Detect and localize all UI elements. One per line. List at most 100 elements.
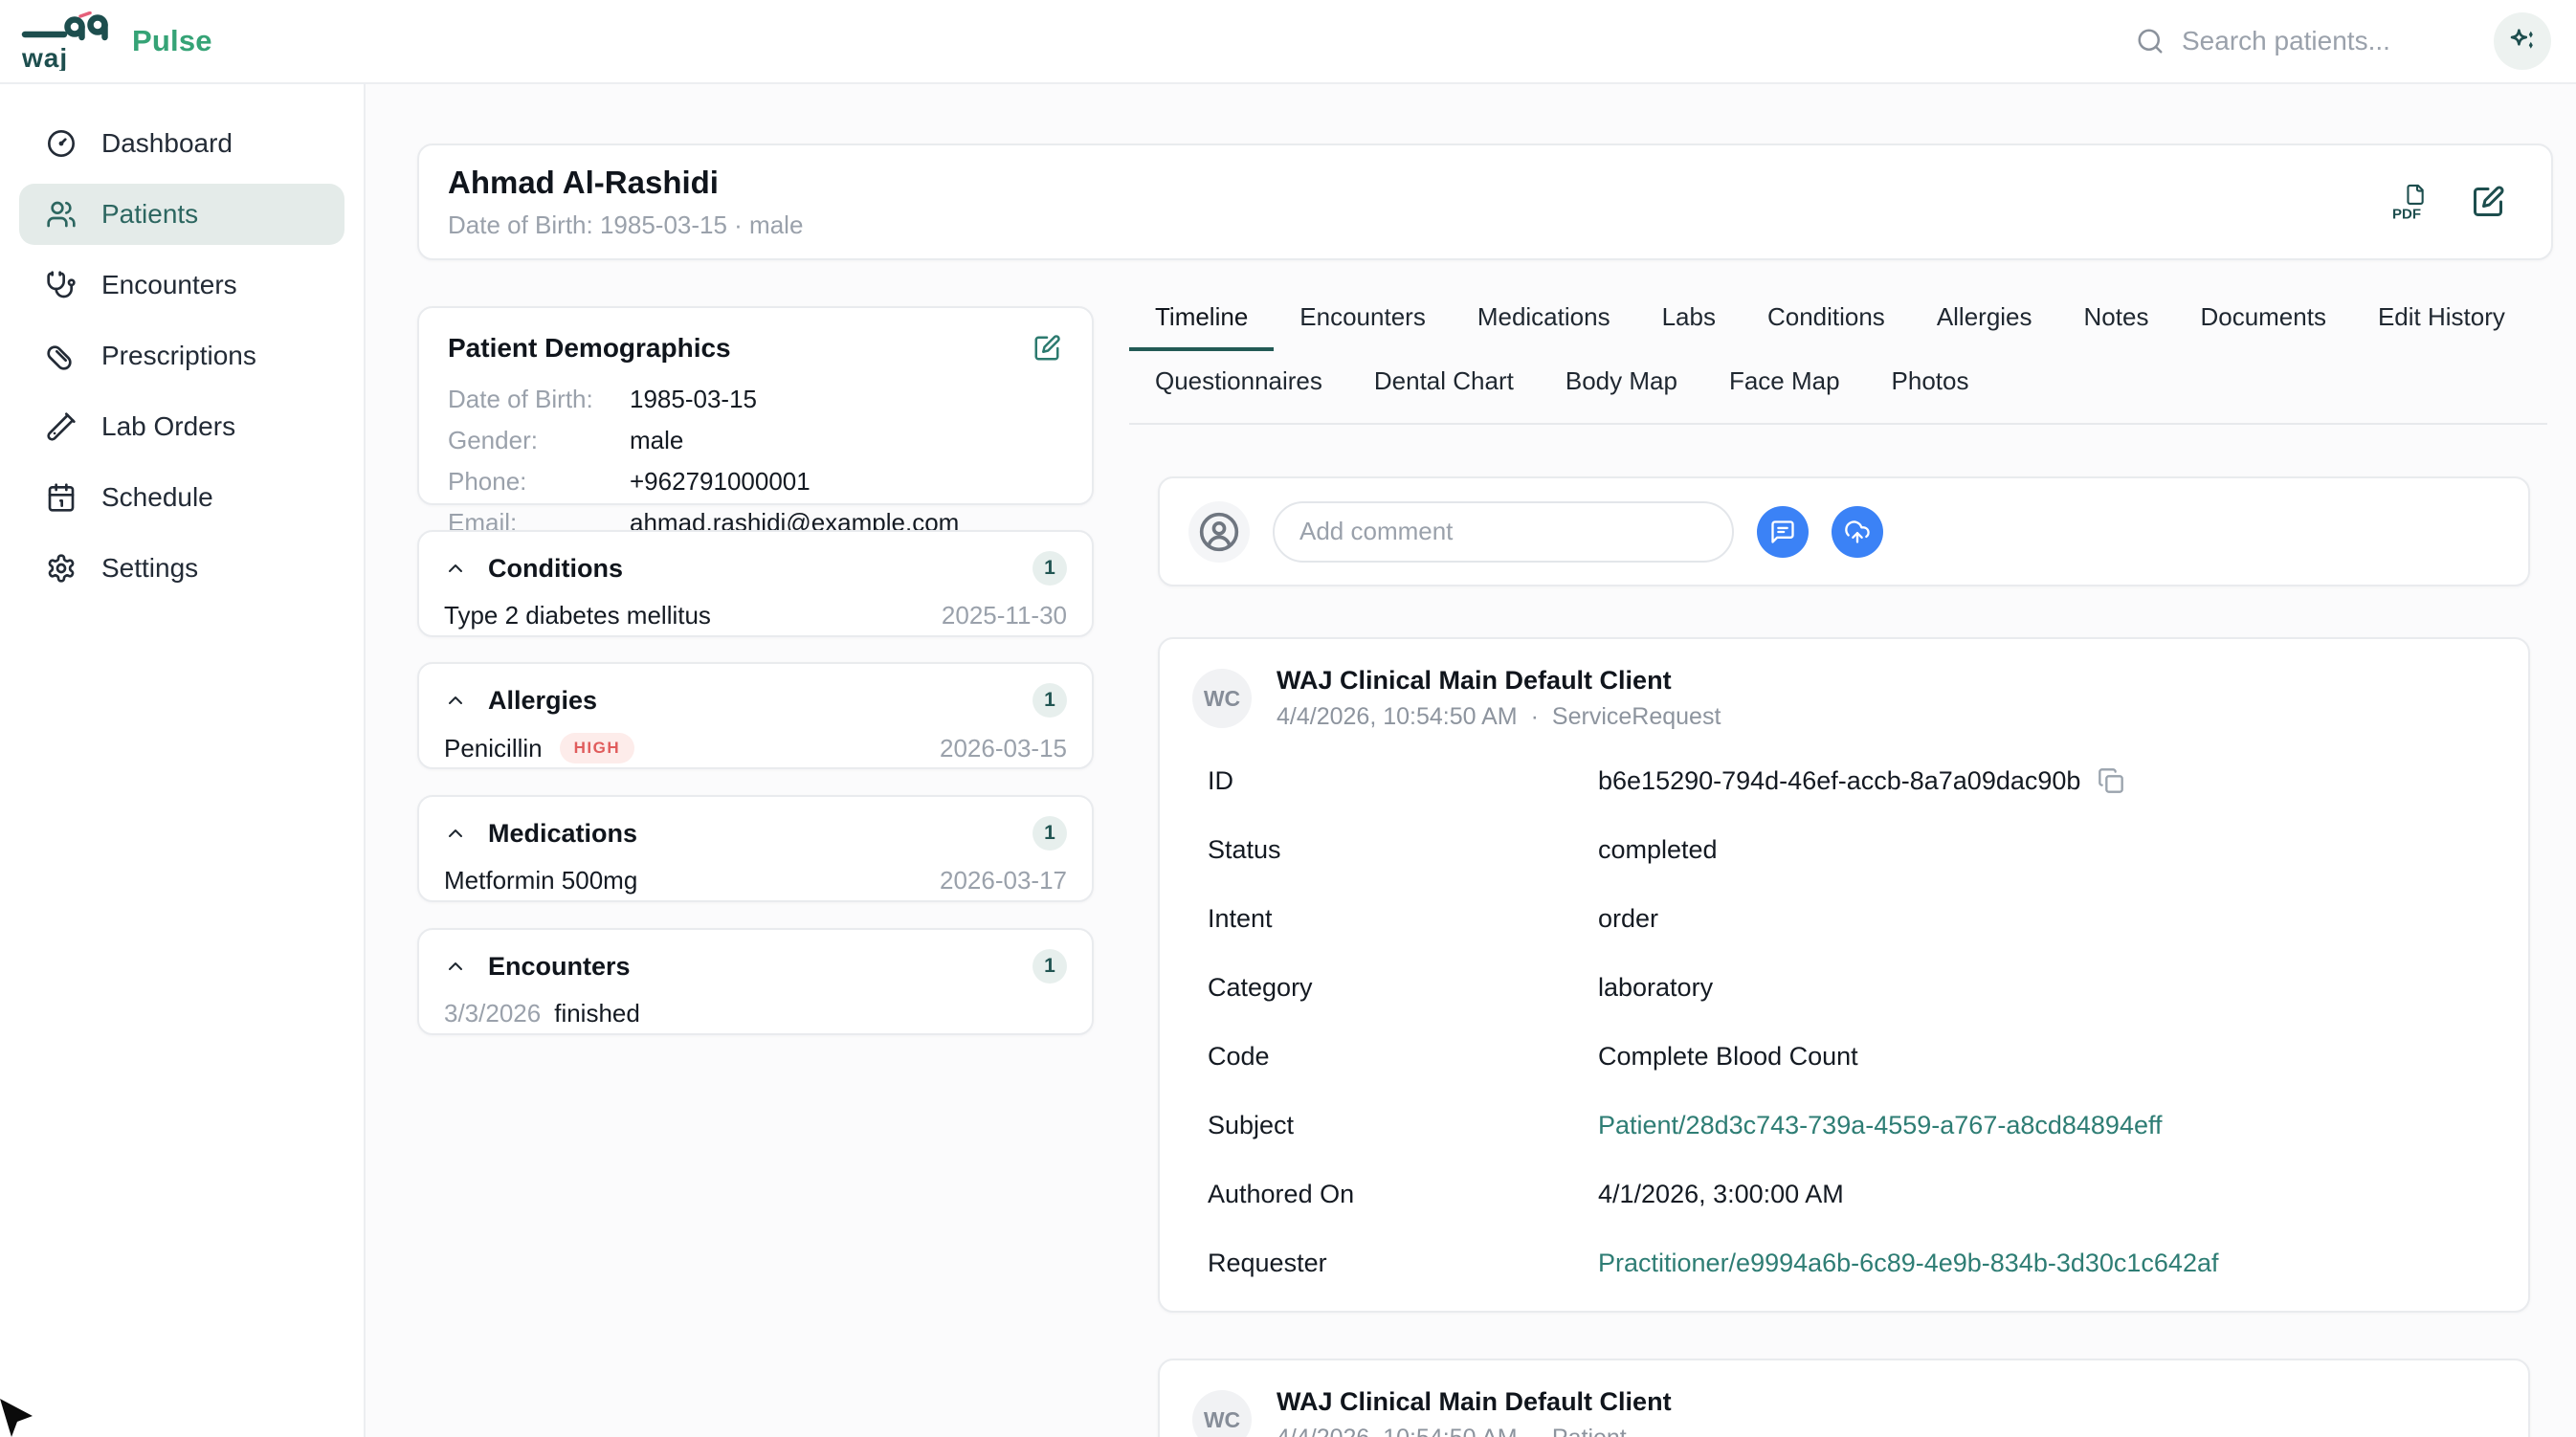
sidebar-item-patients[interactable]: Patients [19, 184, 344, 245]
tab-medications[interactable]: Medications [1452, 302, 1636, 351]
field-row-category: Category laboratory [1192, 953, 2496, 1022]
sidebar-item-label: Dashboard [101, 128, 233, 159]
field-value: Complete Blood Count [1598, 1042, 1858, 1072]
medications-title: Medications [488, 819, 637, 849]
test-tube-icon [46, 411, 77, 442]
sidebar-item-encounters[interactable]: Encounters [19, 254, 344, 316]
requester-reference-link[interactable]: Practitioner/e9994a6b-6c89-4e9b-834b-3d3… [1598, 1249, 2218, 1278]
product-name: Pulse [132, 24, 212, 58]
tab-timeline[interactable]: Timeline [1129, 302, 1274, 351]
field-value: 4/1/2026, 3:00:00 AM [1598, 1180, 1844, 1209]
entry-header: WC WAJ Clinical Main Default Client 4/4/… [1192, 666, 2496, 731]
copy-id-button[interactable] [2098, 766, 2126, 795]
tab-encounters[interactable]: Encounters [1274, 302, 1452, 351]
tabs-row-1: Timeline Encounters Medications Labs Con… [1129, 302, 2547, 351]
sidebar-item-lab-orders[interactable]: Lab Orders [19, 396, 344, 457]
sidebar-item-label: Settings [101, 553, 198, 584]
field-label: Authored On [1208, 1180, 1598, 1209]
sidebar-item-label: Encounters [101, 270, 237, 300]
search-icon [2136, 27, 2165, 55]
ai-assistant-button[interactable] [2494, 12, 2551, 70]
search-box[interactable] [2136, 26, 2469, 56]
submit-comment-button[interactable] [1757, 506, 1809, 558]
field-row-code: Code Complete Blood Count [1192, 1022, 2496, 1091]
pdf-export-icon: PDF [2392, 184, 2429, 220]
condition-item[interactable]: Type 2 diabetes mellitus 2025-11-30 [444, 601, 1067, 630]
tab-documents[interactable]: Documents [2174, 302, 2352, 351]
conditions-card: Conditions 1 Type 2 diabetes mellitus 20… [417, 530, 1094, 637]
id-value: b6e15290-794d-46ef-accb-8a7a09dac90b [1598, 766, 2080, 796]
comment-composer-card [1158, 476, 2530, 586]
comment-bubble-icon [1769, 519, 1796, 545]
tab-body-map[interactable]: Body Map [1540, 366, 1703, 423]
sidebar-item-prescriptions[interactable]: Prescriptions [19, 325, 344, 387]
demographics-row: Date of Birth: 1985-03-15 [448, 383, 1063, 415]
timeline-entry-service-request: WC WAJ Clinical Main Default Client 4/4/… [1158, 637, 2530, 1313]
sidebar-item-schedule[interactable]: Schedule [19, 467, 344, 528]
app-window: waj Pulse D [0, 0, 2576, 1437]
tab-allergies[interactable]: Allergies [1911, 302, 2058, 351]
entry-header-text: WAJ Clinical Main Default Client 4/4/202… [1277, 1387, 1672, 1437]
subject-reference-link[interactable]: Patient/28d3c743-739a-4559-a767-a8cd8489… [1598, 1111, 2163, 1140]
edit-demographics-button[interactable] [1033, 333, 1063, 364]
sidebar-item-settings[interactable]: Settings [19, 538, 344, 599]
upload-cloud-icon [1844, 519, 1871, 545]
medications-header: Medications 1 [444, 816, 1067, 851]
tab-questionnaires[interactable]: Questionnaires [1129, 366, 1348, 423]
add-comment-input[interactable] [1273, 501, 1734, 563]
entry-resource-type: Patient [1552, 1425, 1627, 1437]
sidebar-item-dashboard[interactable]: Dashboard [19, 113, 344, 174]
collapse-allergies-button[interactable] [444, 689, 467, 712]
allergy-item[interactable]: Penicillin HIGH 2026-03-15 [444, 733, 1067, 763]
tab-photos[interactable]: Photos [1866, 366, 1995, 423]
chevron-up-icon [444, 557, 467, 580]
gear-icon [46, 553, 77, 584]
chevron-up-icon [444, 955, 467, 978]
entry-timestamp: 4/4/2026, 10:54:50 AM [1277, 703, 1518, 731]
allergy-name: Penicillin [444, 734, 543, 763]
medication-item[interactable]: Metformin 500mg 2026-03-17 [444, 866, 1067, 895]
tab-face-map[interactable]: Face Map [1703, 366, 1866, 423]
chevron-up-icon [444, 822, 467, 845]
entry-author: WAJ Clinical Main Default Client [1277, 666, 1721, 696]
field-label: Date of Birth: [448, 383, 630, 415]
upload-attachment-button[interactable] [1832, 506, 1883, 558]
field-label: Requester [1208, 1249, 1598, 1278]
medication-name: Metformin 500mg [444, 866, 637, 895]
edit-patient-button[interactable] [2471, 184, 2507, 220]
demographics-fields: Date of Birth: 1985-03-15 Gender: male P… [448, 383, 1063, 539]
patient-subtitle: Date of Birth: 1985-03-15 · male [448, 210, 803, 240]
field-value: male [630, 424, 683, 456]
field-value: laboratory [1598, 973, 1713, 1003]
field-row-status: Status completed [1192, 815, 2496, 884]
encounter-item[interactable]: 3/3/2026 finished [444, 999, 1067, 1028]
encounters-header: Encounters 1 [444, 949, 1067, 984]
tab-edit-history[interactable]: Edit History [2352, 302, 2531, 351]
field-value: order [1598, 904, 1658, 934]
tab-notes[interactable]: Notes [2058, 302, 2175, 351]
tab-labs[interactable]: Labs [1636, 302, 1742, 351]
sidebar-item-label: Patients [101, 199, 198, 230]
field-row-authored-on: Authored On 4/1/2026, 3:00:00 AM [1192, 1160, 2496, 1228]
brand[interactable]: waj Pulse [0, 11, 212, 71]
sidebar: Dashboard Patients Encounters Prescripti… [0, 84, 366, 1437]
search-input[interactable] [2182, 26, 2469, 56]
sidebar-item-label: Lab Orders [101, 411, 235, 442]
allergies-header: Allergies 1 [444, 683, 1067, 718]
allergies-count-badge: 1 [1033, 683, 1067, 718]
patient-tabs: Timeline Encounters Medications Labs Con… [1129, 302, 2547, 425]
export-pdf-button[interactable]: PDF [2392, 184, 2429, 220]
demographics-row: Gender: male [448, 424, 1063, 456]
collapse-conditions-button[interactable] [444, 557, 467, 580]
stethoscope-icon [46, 270, 77, 300]
edit-icon [2471, 185, 2505, 219]
tab-dental-chart[interactable]: Dental Chart [1348, 366, 1540, 423]
tab-conditions[interactable]: Conditions [1742, 302, 1911, 351]
collapse-encounters-button[interactable] [444, 955, 467, 978]
users-icon [46, 199, 77, 230]
allergy-date: 2026-03-15 [940, 734, 1067, 763]
field-row-intent: Intent order [1192, 884, 2496, 953]
pill-icon [46, 341, 77, 371]
collapse-medications-button[interactable] [444, 822, 467, 845]
medication-date: 2026-03-17 [940, 866, 1067, 895]
